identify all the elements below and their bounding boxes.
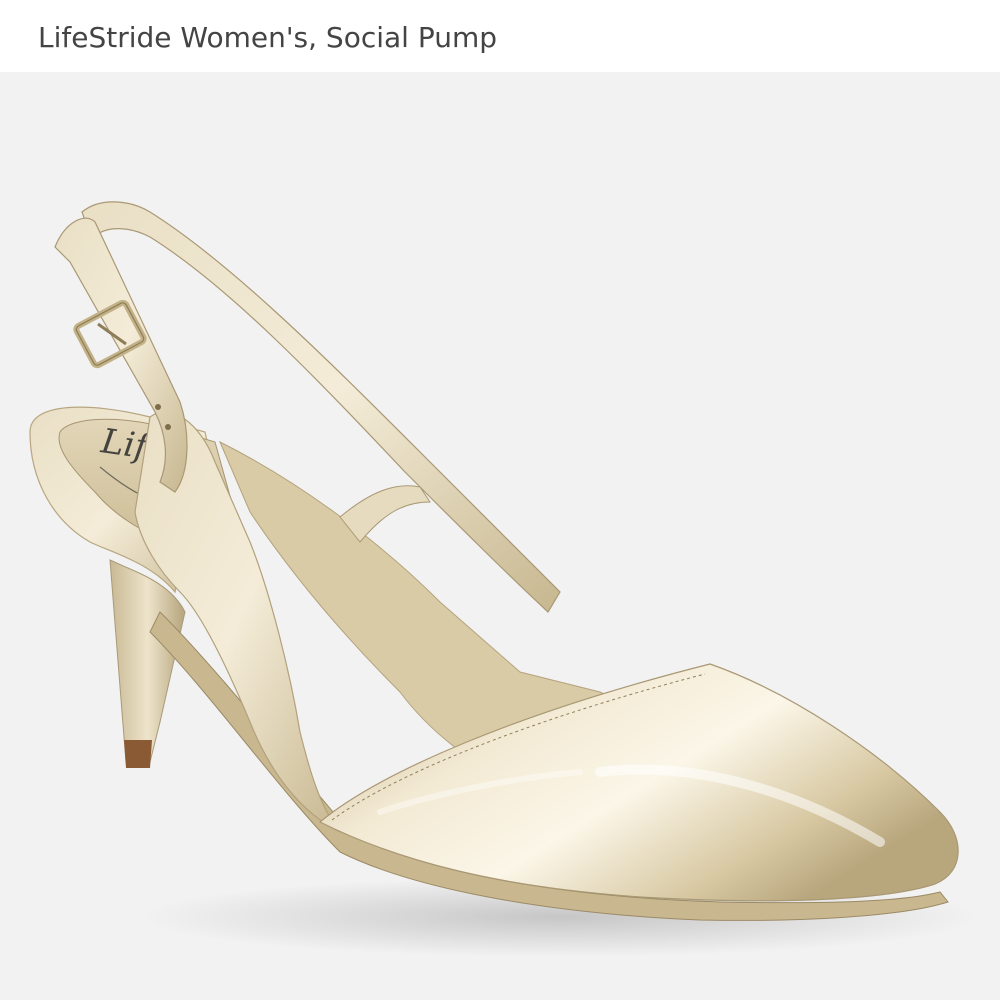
heel-tip: [124, 740, 152, 768]
strap-hole: [165, 424, 171, 430]
strap-connector: [339, 485, 431, 543]
strap-hole: [155, 404, 161, 410]
shoe-image: Life: [29, 201, 980, 957]
product-image[interactable]: Life: [0, 72, 1000, 1000]
product-title: LifeStride Women's, Social Pump: [38, 21, 498, 54]
title-bar: LifeStride Women's, Social Pump: [0, 0, 1000, 72]
product-page: LifeStride Women's, Social Pump Life: [0, 0, 1000, 1000]
